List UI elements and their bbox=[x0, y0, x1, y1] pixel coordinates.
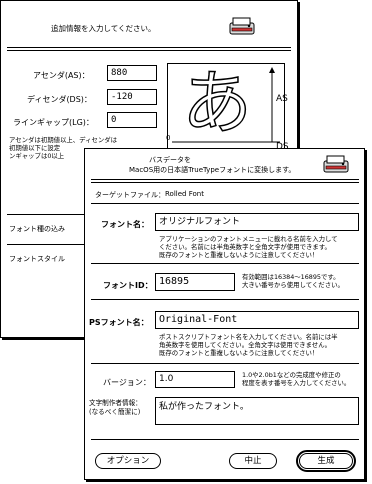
divider bbox=[91, 203, 359, 204]
font-style-label: フォントスタイル bbox=[9, 255, 65, 263]
back-instruction: 追加情報を入力してください。 bbox=[51, 24, 156, 33]
divider bbox=[91, 363, 359, 364]
divider bbox=[91, 182, 359, 183]
divider bbox=[7, 50, 291, 51]
descent-label: ディセンダ(DS)： bbox=[27, 95, 92, 104]
divider bbox=[91, 439, 359, 440]
preview-as-label: AS bbox=[276, 94, 288, 104]
version-help: 1.0や2.0b1などの完成度や修正の 程度を表す番号を入力してください。 bbox=[242, 371, 351, 388]
linegap-field[interactable]: 0 bbox=[107, 112, 157, 128]
divider bbox=[91, 299, 359, 300]
options-button[interactable]: オプション bbox=[95, 453, 161, 469]
divider bbox=[7, 214, 85, 215]
descent-field[interactable]: -120 bbox=[107, 89, 157, 105]
ps-name-field[interactable]: Original-Font bbox=[155, 311, 359, 329]
ps-name-help: ポストスクリプトフォント名を入力してください。名前には半 角英数字を使用してくだ… bbox=[159, 333, 338, 358]
preview-zero-label: 0 bbox=[166, 134, 171, 142]
printer-app-icon bbox=[227, 15, 257, 37]
version-field[interactable]: 1.0 bbox=[155, 371, 235, 388]
divider bbox=[91, 179, 359, 180]
printer-app-icon bbox=[321, 153, 351, 175]
target-file-value: Rolled Font bbox=[165, 190, 204, 198]
glyph-preview: あ AS 0 DS bbox=[166, 61, 289, 153]
target-file-label: ターゲットファイル： bbox=[95, 191, 165, 199]
divider bbox=[7, 47, 291, 48]
font-conversion-window: バスデータを MacOS用の日本語TrueTypeフォントに変換します。 ターゲ… bbox=[84, 148, 365, 480]
font-name-help: アプリケーションのフォントメニューに載れる名前を入力して ください。名前には半角… bbox=[159, 235, 338, 260]
ps-name-label: PSフォント名： bbox=[89, 318, 149, 327]
cancel-button[interactable]: 中止 bbox=[229, 453, 277, 469]
ascent-label: アセンダ(AS)： bbox=[33, 71, 90, 80]
version-label: バージョン： bbox=[103, 378, 151, 387]
create-button[interactable]: 生成 bbox=[296, 450, 356, 472]
linegap-label: ラインギャップ(LG)： bbox=[13, 118, 94, 127]
font-name-label: フォント名： bbox=[101, 220, 149, 229]
font-name-field[interactable]: オリジナルフォント bbox=[155, 213, 359, 231]
front-header-line2: MacOS用の日本語TrueTypeフォントに変換します。 bbox=[129, 166, 296, 174]
ascent-field[interactable]: 880 bbox=[107, 65, 157, 81]
font-id-field[interactable]: 16895 bbox=[155, 273, 235, 291]
font-id-help: 有効範囲は16384～16895です。 大きい番号から使用してください。 bbox=[242, 273, 344, 290]
front-header-line1: バスデータを bbox=[149, 156, 191, 164]
font-id-label: フォントID： bbox=[103, 281, 153, 290]
preview-glyph: あ bbox=[181, 61, 253, 145]
font-embed-label: フォント種の込み bbox=[9, 225, 65, 233]
author-label: 文字制作者情報： (なるべく簡潔に) bbox=[89, 399, 142, 416]
divider bbox=[91, 263, 359, 264]
author-field[interactable]: 私が作ったフォント。 bbox=[155, 397, 359, 425]
divider bbox=[7, 244, 85, 245]
